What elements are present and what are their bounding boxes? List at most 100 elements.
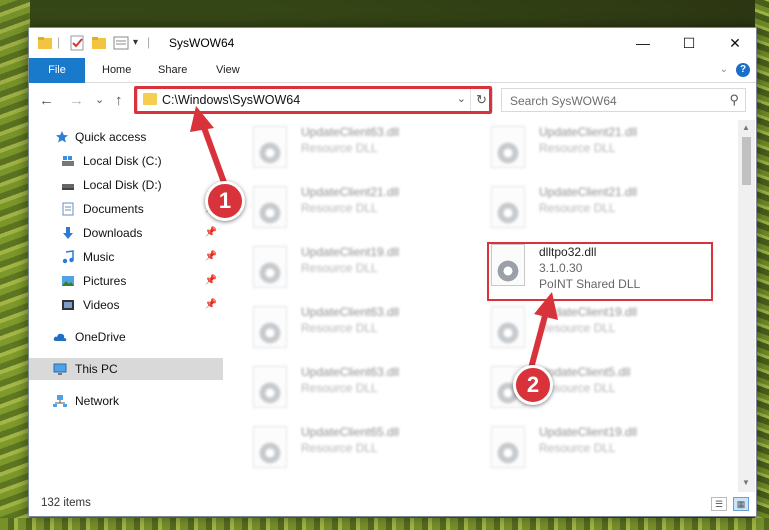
navigation-pane: Quick access Local Disk (C:) Local Disk … [29, 120, 225, 492]
tiles-view-icon[interactable]: ▦ [733, 497, 749, 511]
file-tile[interactable]: UpdateClient19.dll Resource DLL [233, 242, 463, 296]
step-1-badge: 1 [205, 181, 245, 221]
dll-file-icon [253, 426, 287, 468]
dll-file-icon [253, 126, 287, 168]
file-description: Resource DLL [301, 201, 378, 215]
tab-share[interactable]: Share [147, 58, 198, 83]
gear-icon [258, 441, 282, 465]
file-description: Resource DLL [301, 321, 378, 335]
navigation-bar: ← → ⌄ ↑ C:\Windows\SysWOW64 ⌄ ↻ Search S… [29, 84, 756, 116]
sidebar-item-music[interactable]: Music 📌 [29, 246, 223, 268]
gear-icon [258, 261, 282, 285]
file-name: UpdateClient19.dll [301, 245, 400, 259]
sidebar-item-quick-access[interactable]: Quick access [29, 126, 223, 148]
file-tile[interactable]: UpdateClient21.dll Resource DLL [233, 182, 463, 236]
file-tile[interactable]: UpdateClient5.dll Resource DLL [471, 362, 701, 416]
file-tile[interactable]: UpdateClient63.dll Resource DLL [233, 362, 463, 416]
sidebar-item-label: Downloads [83, 226, 143, 240]
customize-toolbar-icon[interactable] [113, 35, 129, 51]
pin-icon[interactable]: 📌 [205, 222, 217, 244]
scroll-down-arrow-icon[interactable]: ▼ [742, 478, 750, 487]
pin-icon[interactable]: 📌 [205, 294, 217, 316]
video-icon [62, 300, 74, 310]
sidebar-item-downloads[interactable]: Downloads 📌 [29, 222, 223, 244]
file-tile[interactable]: UpdateClient19.dll Resource DLL [471, 422, 701, 476]
tab-file[interactable]: File [29, 58, 85, 83]
tab-view[interactable]: View [205, 58, 251, 83]
file-name: UpdateClient63.dll [301, 365, 400, 379]
forward-button[interactable]: → [69, 92, 84, 109]
file-name: UpdateClient63.dll [301, 305, 400, 319]
sidebar-item-label: Videos [83, 298, 120, 312]
drive-icon [62, 156, 74, 166]
file-description: Resource DLL [301, 141, 378, 155]
gear-icon [258, 141, 282, 165]
help-icon[interactable]: ? [736, 63, 750, 77]
expand-ribbon-icon[interactable]: ⌄ [720, 64, 728, 75]
desktop-wallpaper-bottom [0, 518, 769, 530]
pin-icon[interactable]: 📌 [205, 246, 217, 268]
network-icon [53, 395, 67, 407]
minimize-button[interactable]: — [620, 28, 666, 58]
properties-icon[interactable] [69, 35, 85, 51]
tab-home[interactable]: Home [91, 58, 142, 83]
sidebar-item-onedrive[interactable]: OneDrive [29, 326, 223, 348]
sidebar-item-this-pc[interactable]: This PC [29, 358, 223, 380]
titlebar-separator: | [57, 35, 61, 49]
vertical-scrollbar[interactable]: ▲ ▼ [738, 120, 755, 492]
scrollbar-thumb[interactable] [742, 137, 751, 185]
chevron-down-icon[interactable]: ▾ [133, 37, 138, 53]
file-tile[interactable]: UpdateClient63.dll Resource DLL [233, 302, 463, 356]
file-tile[interactable]: UpdateClient21.dll Resource DLL [471, 182, 701, 236]
sidebar-item-local-disk-c[interactable]: Local Disk (C:) [29, 150, 223, 172]
file-name: UpdateClient21.dll [539, 185, 638, 199]
sidebar-item-videos[interactable]: Videos 📌 [29, 294, 223, 316]
gear-icon [496, 141, 520, 165]
star-icon [56, 131, 68, 143]
sidebar-item-documents[interactable]: Documents 📌 [29, 198, 223, 220]
file-tile[interactable]: UpdateClient19.dll Resource DLL [471, 302, 701, 356]
sidebar-item-local-disk-d[interactable]: Local Disk (D:) [29, 174, 223, 196]
file-name: UpdateClient21.dll [301, 185, 400, 199]
close-button[interactable]: ✕ [712, 28, 758, 58]
search-box[interactable]: Search SysWOW64 ⚲ [501, 88, 746, 112]
sidebar-item-network[interactable]: Network [29, 390, 223, 412]
gear-icon [258, 201, 282, 225]
sidebar-item-label: Music [83, 250, 115, 264]
sidebar-item-label: Quick access [75, 130, 147, 144]
step-2-badge: 2 [513, 365, 553, 405]
sidebar-item-label: Documents [83, 202, 144, 216]
sidebar-item-label: Pictures [83, 274, 127, 288]
computer-icon [53, 363, 67, 375]
file-name: UpdateClient5.dll [539, 365, 631, 379]
scroll-up-arrow-icon[interactable]: ▲ [742, 123, 750, 132]
file-name: UpdateClient21.dll [539, 125, 638, 139]
pin-icon[interactable]: 📌 [205, 270, 217, 292]
back-button[interactable]: ← [39, 92, 54, 109]
search-placeholder: Search SysWOW64 [510, 94, 617, 108]
window-title: SysWOW64 [169, 36, 235, 50]
details-view-icon[interactable]: ☰ [711, 497, 727, 511]
folder-icon [38, 37, 52, 49]
sidebar-item-label: OneDrive [75, 330, 126, 344]
title-bar: | ▾ | SysWOW64 — ☐ ✕ [29, 28, 756, 58]
pictures-icon [62, 276, 74, 286]
new-folder-icon[interactable] [91, 35, 107, 51]
dll-file-icon [253, 186, 287, 228]
maximize-button[interactable]: ☐ [666, 28, 712, 58]
file-list: UpdateClient63.dll Resource DLL UpdateCl… [229, 120, 739, 492]
file-description: Resource DLL [301, 261, 378, 275]
file-tile[interactable]: UpdateClient63.dll Resource DLL [233, 122, 463, 176]
file-tile[interactable]: UpdateClient21.dll Resource DLL [471, 122, 701, 176]
sidebar-item-pictures[interactable]: Pictures 📌 [29, 270, 223, 292]
desktop-wallpaper-right [755, 0, 769, 530]
recent-locations-button[interactable]: ⌄ [95, 93, 104, 106]
up-button[interactable]: ↑ [115, 92, 123, 109]
documents-icon [62, 202, 74, 216]
file-tile[interactable]: UpdateClient65.dll Resource DLL [233, 422, 463, 476]
search-icon[interactable]: ⚲ [729, 92, 739, 108]
download-icon [63, 227, 73, 239]
gear-icon [496, 441, 520, 465]
desktop-wallpaper-left [0, 0, 30, 530]
file-description: Resource DLL [301, 381, 378, 395]
